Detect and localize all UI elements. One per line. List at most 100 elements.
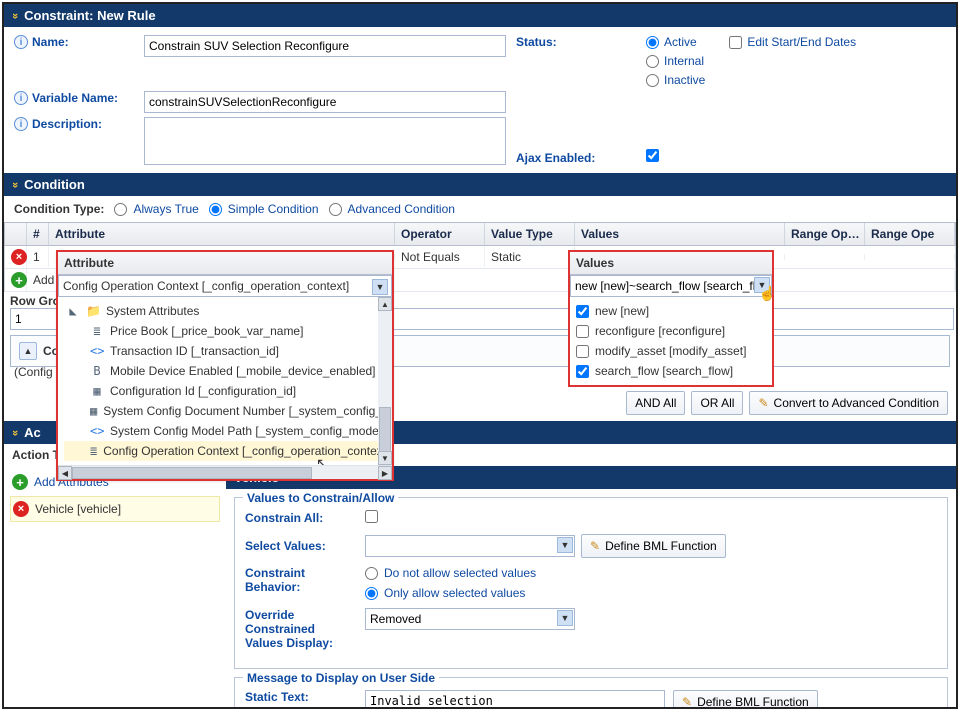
action-type-label: Action T [12, 448, 60, 462]
folder-icon: 📁 [86, 304, 100, 318]
attribute-item[interactable]: ×Vehicle [vehicle] [10, 496, 220, 522]
list-icon: ≣ [90, 444, 97, 458]
constrain-all-label: Constrain All: [245, 511, 355, 525]
constrain-legend: Values to Constrain/Allow [243, 491, 398, 505]
ajax-checkbox[interactable] [646, 149, 659, 162]
value-option[interactable]: search_flow [search_flow] [576, 361, 766, 381]
col-rangeope[interactable]: Range Ope [865, 223, 955, 245]
scroll-down-icon[interactable]: ▼ [378, 451, 392, 465]
grid-header-row: # Attribute Operator Value Type Values R… [4, 222, 956, 246]
define-bml-button[interactable]: ✎Define BML Function [581, 534, 726, 558]
status-internal[interactable]: Internal [646, 54, 705, 68]
attr-dd-input[interactable]: Config Operation Context [_config_operat… [58, 275, 392, 297]
values-dropdown: Values ▼ ☝ new [new] reconfigure [reconf… [568, 250, 774, 387]
select-values-input[interactable]: ▼ [365, 535, 575, 557]
tree-item[interactable]: ≣Price Book [_price_book_var_name] [64, 321, 390, 341]
delete-icon[interactable]: × [13, 501, 29, 517]
cond-type-advanced[interactable]: Advanced Condition [329, 202, 455, 216]
grid-icon: ▦ [90, 404, 97, 418]
tree-item[interactable]: ▦System Config Document Number [_system_… [64, 401, 390, 421]
name-label: iName: [14, 35, 134, 49]
action-title: Ac [24, 425, 41, 440]
row-valuetype[interactable]: Static [485, 247, 575, 267]
col-operator[interactable]: Operator [395, 223, 485, 245]
varname-input[interactable] [144, 91, 506, 113]
select-values-label: Select Values: [245, 539, 355, 553]
behavior-disallow[interactable]: Do not allow selected values [365, 566, 937, 580]
value-option[interactable]: reconfigure [reconfigure] [576, 321, 766, 341]
values-dd-input[interactable]: ▼ ☝ [570, 275, 772, 297]
cond-type-simple[interactable]: Simple Condition [209, 202, 319, 216]
tree-item[interactable]: BMobile Device Enabled [_mobile_device_e… [64, 361, 390, 381]
tree-group[interactable]: ◣📁System Attributes [64, 301, 390, 321]
description-label: iDescription: [14, 117, 134, 131]
override-select[interactable]: ▼ [365, 608, 575, 630]
condition-grid: # Attribute Operator Value Type Values R… [4, 222, 956, 292]
page-title: Constraint: New Rule [24, 8, 155, 23]
condition-title: Condition [24, 177, 85, 192]
info-icon: i [14, 91, 28, 105]
chevron-down-icon[interactable]: ▼ [557, 537, 573, 553]
condition-type-bar: Condition Type: Always True Simple Condi… [4, 196, 956, 222]
status-label: Status: [516, 35, 636, 49]
collapse-btn[interactable]: ▲ [19, 342, 37, 360]
chevron-icon: » [9, 181, 21, 187]
scrollbar-vertical[interactable]: ▲ ▼ [378, 297, 392, 465]
chevron-down-icon[interactable]: ▼ [372, 279, 388, 295]
define-bml-button-2[interactable]: ✎Define BML Function [673, 690, 818, 709]
plus-icon: + [12, 474, 28, 490]
message-fieldset: Message to Display on User Side Static T… [234, 677, 948, 709]
status-active[interactable]: Active [646, 35, 705, 49]
row-operator[interactable]: Not Equals [395, 247, 485, 267]
pencil-icon: ✎ [682, 695, 692, 709]
info-icon: i [14, 117, 28, 131]
override-label: Override Constrained Values Display: [245, 608, 355, 650]
static-text-input[interactable]: Invalid selection [365, 690, 665, 709]
col-values[interactable]: Values [575, 223, 785, 245]
chevron-down-icon[interactable]: ▼ [754, 277, 770, 293]
constrain-all-checkbox[interactable] [365, 510, 378, 523]
tree-item[interactable]: <>System Config Model Path [_system_conf… [64, 421, 390, 441]
description-input[interactable] [144, 117, 506, 165]
col-attribute[interactable]: Attribute [49, 223, 395, 245]
static-text-label: Static Text: [245, 690, 355, 704]
add-row-icon[interactable]: + [11, 272, 27, 288]
info-icon: i [14, 35, 28, 49]
behavior-allow[interactable]: Only allow selected values [365, 586, 937, 600]
name-input[interactable] [144, 35, 506, 57]
condition-type-label: Condition Type: [14, 202, 104, 216]
collapse-icon[interactable]: ◣ [66, 304, 80, 318]
edit-dates-checkbox[interactable]: Edit Start/End Dates [729, 35, 856, 49]
attr-tree: ◣📁System Attributes ≣Price Book [_price_… [58, 297, 392, 465]
attribute-dropdown: Attribute Config Operation Context [_con… [56, 250, 394, 481]
values-options: new [new] reconfigure [reconfigure] modi… [570, 297, 772, 385]
status-inactive[interactable]: Inactive [646, 73, 705, 87]
col-rangeop[interactable]: Range Op… [785, 223, 865, 245]
message-legend: Message to Display on User Side [243, 671, 439, 685]
ajax-label: Ajax Enabled: [516, 151, 636, 165]
delete-row-icon[interactable]: × [11, 249, 27, 265]
value-option[interactable]: modify_asset [modify_asset] [576, 341, 766, 361]
tree-item[interactable]: ▦Configuration Id [_configuration_id] [64, 381, 390, 401]
col-num: # [27, 223, 49, 245]
pencil-icon: ✎ [758, 396, 768, 410]
list-icon: ≣ [90, 324, 104, 338]
scroll-right-icon[interactable]: ▶ [378, 466, 392, 480]
constrain-fieldset: Values to Constrain/Allow Constrain All:… [234, 497, 948, 669]
col-valuetype[interactable]: Value Type [485, 223, 575, 245]
or-all-button[interactable]: OR All [691, 391, 743, 415]
varname-label: iVariable Name: [14, 91, 134, 105]
cond-type-always[interactable]: Always True [114, 202, 198, 216]
bool-icon: B [90, 364, 104, 378]
tree-item-selected[interactable]: ≣Config Operation Context [_config_opera… [64, 441, 390, 461]
chevron-icon: » [9, 12, 21, 18]
chevron-down-icon[interactable]: ▼ [557, 610, 573, 626]
and-all-button[interactable]: AND All [626, 391, 685, 415]
convert-advanced-button[interactable]: ✎Convert to Advanced Condition [749, 391, 948, 415]
scrollbar-horizontal[interactable]: ◀ ▶ [58, 465, 392, 479]
page-header: » Constraint: New Rule [4, 4, 956, 27]
value-option[interactable]: new [new] [576, 301, 766, 321]
scroll-up-icon[interactable]: ▲ [378, 297, 392, 311]
tree-item[interactable]: <>Transaction ID [_transaction_id] [64, 341, 390, 361]
scroll-left-icon[interactable]: ◀ [58, 466, 72, 480]
